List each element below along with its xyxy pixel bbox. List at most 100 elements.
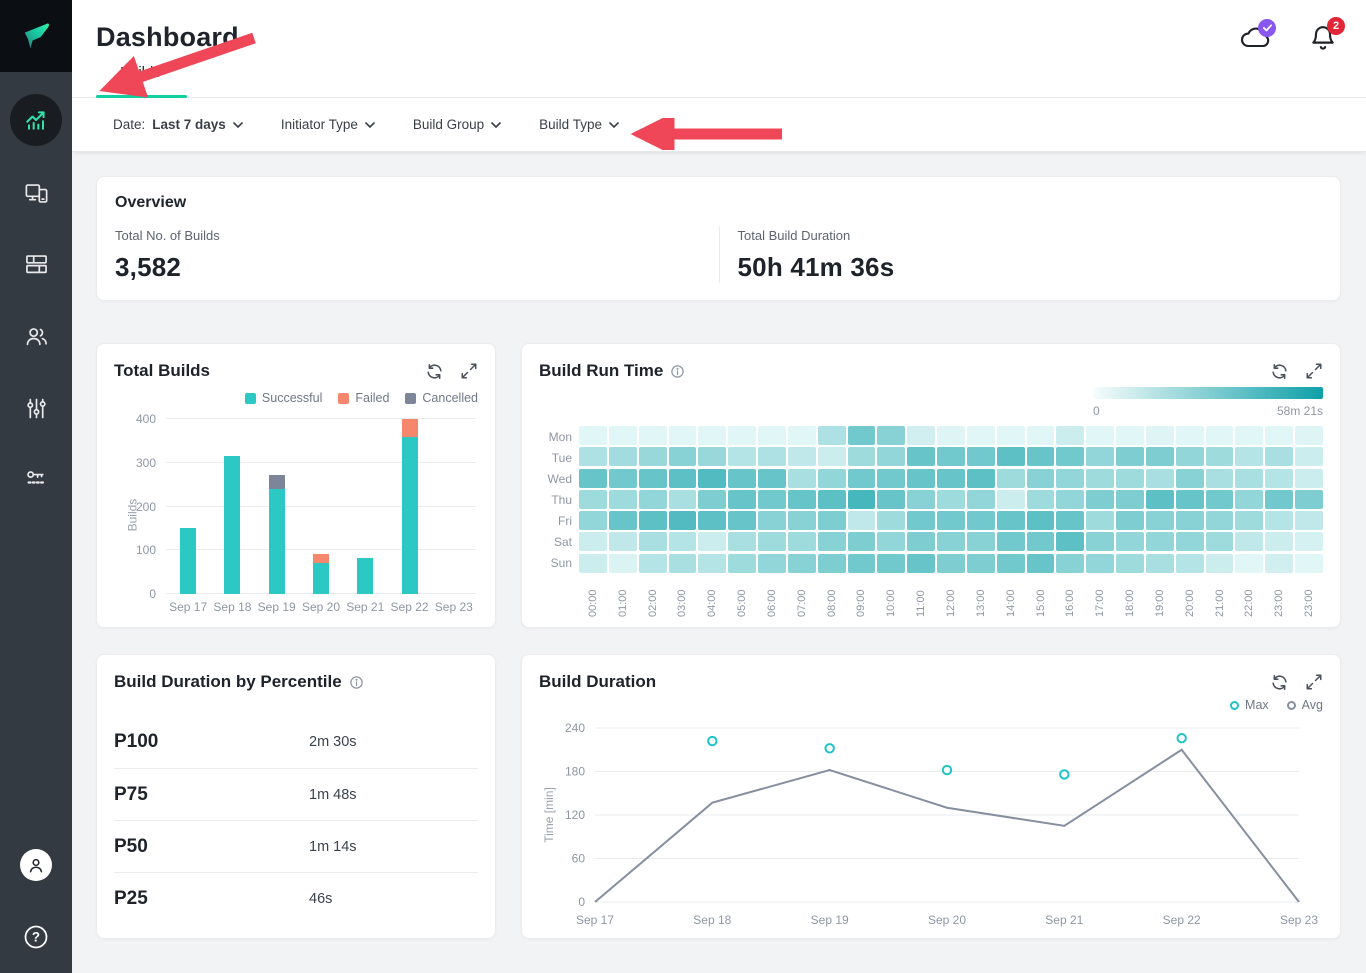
expand-button[interactable] xyxy=(460,362,478,380)
expand-button[interactable] xyxy=(1305,673,1323,691)
heatmap-cell xyxy=(907,511,935,530)
heatmap-cell xyxy=(937,447,965,466)
heatmap-row-label: Fri xyxy=(539,510,579,531)
cloud-status-button[interactable] xyxy=(1239,25,1272,56)
bar-chart-x-labels: Sep 17Sep 18Sep 19Sep 20Sep 21Sep 22Sep … xyxy=(166,600,476,614)
bar-stack xyxy=(313,554,329,594)
refresh-button[interactable] xyxy=(425,362,444,381)
heatmap-cell xyxy=(579,532,607,551)
stat-label: Total No. of Builds xyxy=(115,228,719,243)
bar-segment-successful xyxy=(402,437,418,595)
heatmap-cell xyxy=(788,469,816,488)
y-tick-label: 300 xyxy=(136,456,156,470)
heatmap-cell xyxy=(1295,532,1323,551)
sidebar-item-credentials[interactable] xyxy=(0,461,72,495)
percentile-value: 46s xyxy=(309,891,478,907)
sidebar-item-people[interactable] xyxy=(0,319,72,353)
heatmap-cell xyxy=(997,447,1025,466)
sidebar-item-account[interactable] xyxy=(0,848,72,882)
heatmap-cell xyxy=(728,469,756,488)
heatmap-cell xyxy=(1027,511,1055,530)
app-logo[interactable] xyxy=(0,0,72,72)
sidebar-item-controls[interactable] xyxy=(0,391,72,425)
refresh-button[interactable] xyxy=(1270,673,1289,692)
heatmap-cell xyxy=(1086,490,1114,509)
max-point xyxy=(825,744,833,752)
info-icon[interactable] xyxy=(349,675,364,690)
svg-text:Sep 19: Sep 19 xyxy=(811,913,849,927)
bar-segment-successful xyxy=(224,456,240,594)
heatmap-col-label: 23:00 xyxy=(1303,577,1315,617)
refresh-button[interactable] xyxy=(1270,362,1289,381)
heatmap-cell xyxy=(758,447,786,466)
legend-swatch xyxy=(245,393,256,404)
info-icon[interactable] xyxy=(670,364,685,379)
x-tick-label: Sep 22 xyxy=(387,600,431,614)
heatmap-cell xyxy=(877,490,905,509)
heatmap-cell xyxy=(997,469,1025,488)
build-duration-percentile-card: Build Duration by Percentile P100 2m 30s… xyxy=(96,654,496,939)
heatmap-cell xyxy=(1265,511,1293,530)
filter-initiator-type[interactable]: Initiator Type xyxy=(281,117,375,132)
bar-stack xyxy=(402,419,418,594)
heatmap-cell xyxy=(818,511,846,530)
heatmap-cell xyxy=(758,426,786,445)
card-title: Build Run Time xyxy=(539,361,663,381)
legend-item: Successful xyxy=(245,391,322,405)
heatmap-cell xyxy=(967,554,995,573)
svg-text:0: 0 xyxy=(578,895,585,909)
heatmap-cell xyxy=(1206,426,1234,445)
heatmap-cell xyxy=(609,554,637,573)
heatmap-cell xyxy=(669,469,697,488)
heatmap-cell xyxy=(907,554,935,573)
notifications-button[interactable]: 2 xyxy=(1310,24,1336,57)
percentile-table: P100 2m 30s P75 1m 48s P50 1m 14s P25 xyxy=(114,716,478,924)
heatmap-cell xyxy=(1086,426,1114,445)
filter-date-label: Date: xyxy=(113,117,145,132)
heatmap-cell xyxy=(1295,426,1323,445)
insights-chart-icon xyxy=(22,106,50,134)
heatmap-cell xyxy=(669,532,697,551)
sidebar-item-apps[interactable] xyxy=(0,176,72,210)
tab-builds[interactable]: Builds xyxy=(96,64,187,97)
heatmap-cell xyxy=(967,511,995,530)
heatmap-cell xyxy=(848,469,876,488)
line-chart-svg: 060120180240Sep 17Sep 18Sep 19Sep 20Sep … xyxy=(539,714,1325,928)
heatmap-cell xyxy=(669,490,697,509)
card-title: Build Duration by Percentile xyxy=(114,672,342,692)
heatmap-cell xyxy=(758,490,786,509)
legend-item: Max xyxy=(1230,698,1269,712)
total-builds-card: Total Builds SuccessfulFailedCancelled xyxy=(96,343,496,628)
bar-segment-successful xyxy=(180,528,196,594)
heatmap-cell xyxy=(937,426,965,445)
heatmap-color-legend: 0 58m 21s xyxy=(539,387,1323,418)
sidebar-item-dashboards[interactable] xyxy=(0,247,72,281)
heatmap-col-label: 04:00 xyxy=(706,577,718,617)
heatmap-col-label: 21:00 xyxy=(1214,577,1226,617)
sidebar-item-help[interactable]: ? xyxy=(0,920,72,954)
heatmap-cell xyxy=(728,426,756,445)
brand-logo-icon xyxy=(18,18,54,54)
heatmap-col-label: 10:00 xyxy=(885,577,897,617)
heatmap-cell xyxy=(1176,554,1204,573)
heatmap-cell xyxy=(1265,490,1293,509)
heatmap-cell xyxy=(877,469,905,488)
page-title: Dashboard xyxy=(96,22,239,53)
heatmap-cell xyxy=(1176,426,1204,445)
heatmap-cell xyxy=(1116,469,1144,488)
filter-build-group[interactable]: Build Group xyxy=(413,117,501,132)
expand-button[interactable] xyxy=(1305,362,1323,380)
heatmap-cell xyxy=(1086,554,1114,573)
heatmap-cell xyxy=(1235,490,1263,509)
legend-label: Successful xyxy=(262,391,322,405)
filter-build-type[interactable]: Build Type xyxy=(539,117,619,132)
heatmap-grid xyxy=(579,426,1323,573)
bar-segment-failed xyxy=(313,554,329,563)
sidebar-item-insights[interactable] xyxy=(10,94,62,146)
heatmap-cell xyxy=(579,426,607,445)
filter-date[interactable]: Date: Last 7 days xyxy=(113,117,243,132)
percentile-label: P50 xyxy=(114,836,309,858)
bar-stack xyxy=(180,528,196,594)
heatmap-col-label: 14:00 xyxy=(1005,577,1017,617)
heatmap-cell xyxy=(1206,490,1234,509)
